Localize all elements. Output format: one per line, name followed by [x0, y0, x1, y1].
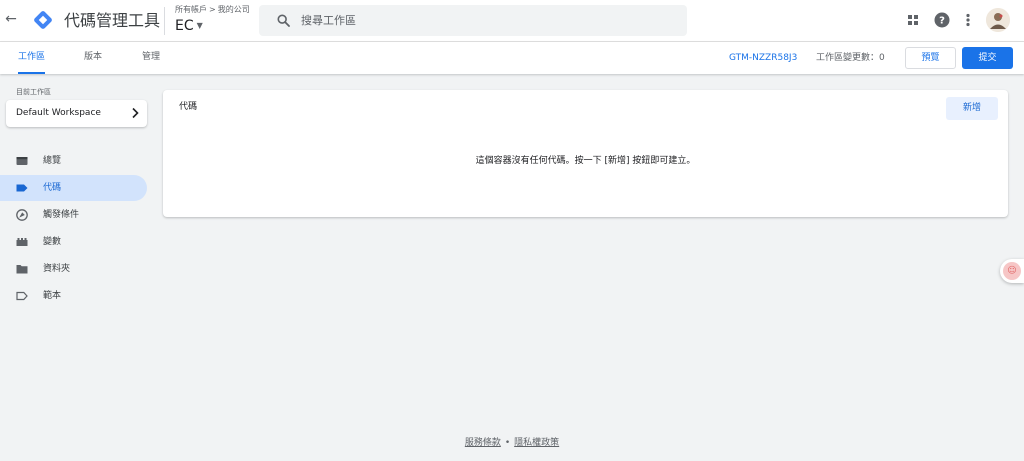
sidebar-item-tags[interactable]: 代碼	[0, 175, 147, 201]
folder-icon	[16, 265, 28, 274]
sidebar-item-label: 總覽	[43, 156, 62, 166]
preview-button[interactable]: 預覽	[905, 47, 956, 69]
workspace-tab-bar: 工作區 版本 管理 GTM-NZZR58J3 工作區變更數：0 預覽 提交	[0, 42, 1024, 74]
workspace-selector[interactable]: Default Workspace	[6, 100, 147, 127]
workspace-changes-count: 0	[879, 53, 885, 63]
variable-icon	[16, 238, 28, 246]
tag-icon	[16, 184, 28, 192]
terms-link[interactable]: 服務條款	[465, 438, 501, 448]
arrow-left-icon[interactable]: ←	[3, 10, 19, 28]
svg-text:?: ?	[939, 16, 945, 27]
sidebar-item-label: 變數	[43, 237, 62, 247]
breadcrumb-accounts[interactable]: 所有帳戶	[175, 5, 207, 14]
tag-manager-logo	[34, 11, 52, 29]
workspace-changes-label: 工作區變更數：	[816, 53, 880, 63]
container-selector[interactable]: EC ▼	[175, 17, 203, 35]
current-workspace-label: 目前工作區	[16, 88, 51, 96]
floating-extension-button[interactable]: ☺	[1000, 259, 1024, 283]
tags-card: 代碼 新增 這個容器沒有任何代碼。按一下 [新增] 按鈕即可建立。	[163, 90, 1008, 217]
sidebar-item-overview[interactable]: 總覽	[0, 148, 147, 174]
sidebar-item-templates[interactable]: 範本	[0, 283, 147, 309]
sidebar-item-label: 資料夾	[43, 264, 71, 274]
tab-workspace[interactable]: 工作區	[18, 42, 46, 74]
footer-separator: •	[504, 438, 511, 448]
empty-state-message: 這個容器沒有任何代碼。按一下 [新增] 按鈕即可建立。	[475, 156, 696, 166]
sidebar-item-label: 觸發條件	[43, 210, 80, 220]
apps-grid-icon[interactable]	[904, 11, 922, 29]
card-title: 代碼	[179, 102, 198, 112]
tab-admin[interactable]: 管理	[142, 42, 160, 74]
breadcrumb-account[interactable]: 我的公司	[218, 5, 250, 14]
translate-icon: ☺	[1003, 262, 1021, 280]
avatar-image	[986, 8, 1010, 32]
privacy-link[interactable]: 隱私權政策	[514, 438, 559, 448]
search-bar[interactable]	[259, 5, 687, 36]
container-name: EC	[175, 18, 194, 34]
template-icon	[16, 291, 28, 301]
footer: 服務條款 • 隱私權政策	[0, 437, 1024, 449]
tab-versions[interactable]: 版本	[84, 42, 102, 74]
overview-icon	[16, 157, 28, 165]
search-input[interactable]	[301, 11, 671, 30]
more-vert-icon[interactable]	[959, 11, 977, 29]
breadcrumb[interactable]: 所有帳戶 > 我的公司	[175, 5, 250, 15]
top-app-bar: ← 代碼管理工具 所有帳戶>我的公司 EC▼ ?	[0, 0, 1024, 42]
sidebar-item-label: 範本	[43, 291, 62, 301]
search-icon	[277, 14, 290, 27]
new-tag-button[interactable]: 新增	[946, 97, 998, 120]
sidebar-item-triggers[interactable]: 觸發條件	[0, 202, 147, 228]
workspace-changes: 工作區變更數：0	[816, 52, 885, 64]
sidebar-item-label: 代碼	[43, 183, 62, 193]
breadcrumb-separator: >	[209, 5, 216, 14]
avatar[interactable]	[986, 8, 1010, 32]
sidebar-item-variables[interactable]: 變數	[0, 229, 147, 255]
product-name: 代碼管理工具	[64, 11, 161, 30]
trigger-icon	[16, 209, 28, 221]
submit-button[interactable]: 提交	[962, 47, 1013, 69]
caret-down-icon: ▼	[196, 21, 203, 30]
sidebar-item-folders[interactable]: 資料夾	[0, 256, 147, 282]
workspace-name: Default Workspace	[16, 108, 101, 118]
header-divider	[164, 7, 165, 35]
help-icon[interactable]: ?	[933, 11, 951, 29]
chevron-right-icon	[132, 107, 139, 119]
container-id-link[interactable]: GTM-NZZR58J3	[729, 52, 797, 64]
